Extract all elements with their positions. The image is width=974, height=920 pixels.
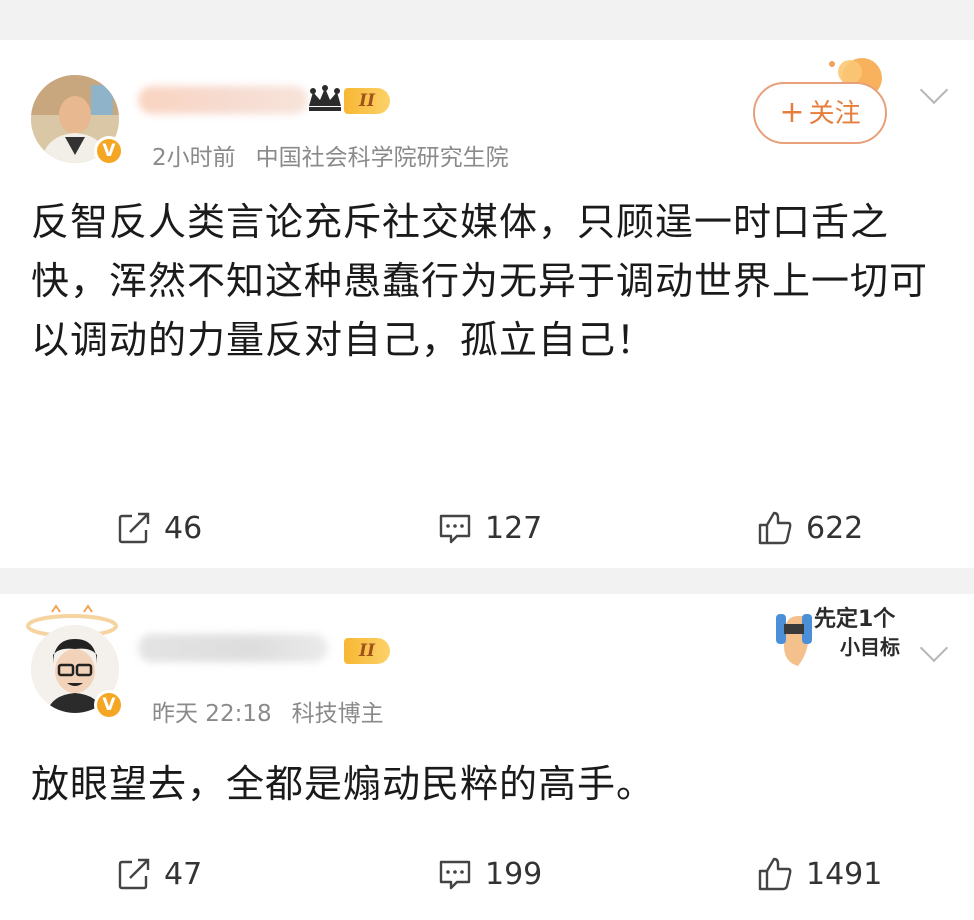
chevron-down-icon[interactable]: [919, 75, 949, 105]
repost-count: 46: [164, 510, 203, 546]
repost-button[interactable]: 47: [116, 854, 202, 894]
post-card: V II 昨天 22:18 科技博主 先定1个 小目标 放眼望去，全都是煽动民粹的…: [0, 594, 974, 920]
weibo-feed: V II 2小时前 中国社会科学院研究生院 + 关注 反智反人类言论充斥社交媒体，只…: [0, 0, 974, 920]
verified-badge-icon: V: [94, 690, 124, 720]
post-time: 2小时前: [152, 145, 236, 171]
sticker-text: 先定1个: [814, 606, 896, 632]
repost-count: 47: [164, 856, 203, 892]
comment-count: 127: [485, 510, 543, 546]
post-source: 科技博主: [291, 701, 384, 727]
post-time: 昨天 22:18: [152, 701, 272, 727]
level-badge: II: [344, 88, 390, 114]
repost-icon: [118, 512, 150, 544]
username-blurred[interactable]: [138, 86, 308, 114]
comment-icon: [439, 860, 471, 890]
plus-icon: +: [779, 95, 805, 130]
like-count: 622: [806, 510, 864, 546]
thumbs-up-icon: [758, 857, 792, 891]
post-source: 中国社会科学院研究生院: [255, 145, 509, 171]
action-bar: 46 127 622: [0, 508, 974, 548]
post-meta: 2小时前 中国社会科学院研究生院: [152, 138, 509, 172]
comment-icon: [439, 514, 471, 544]
post-text: 反智反人类言论充斥社交媒体，只顾逞一时口舌之快，浑然不知这种愚蠢行为无异于调动世…: [31, 200, 929, 362]
chevron-down-icon[interactable]: [919, 633, 949, 663]
comment-count: 199: [485, 856, 543, 892]
sticker-text: 小目标: [840, 635, 900, 659]
action-bar: 47 199 1491: [0, 854, 974, 894]
repost-button[interactable]: 46: [116, 508, 202, 548]
post-meta: 昨天 22:18 科技博主: [152, 694, 384, 728]
follow-button[interactable]: + 关注: [753, 82, 887, 144]
like-button[interactable]: 1491: [756, 854, 882, 894]
like-count: 1491: [806, 856, 883, 892]
verified-badge-icon: V: [94, 136, 124, 166]
like-button[interactable]: 622: [756, 508, 863, 548]
follow-label: 关注: [808, 99, 861, 129]
repost-icon: [118, 858, 150, 890]
level-badge: II: [344, 638, 390, 664]
username-blurred[interactable]: [138, 634, 328, 662]
comment-button[interactable]: 127: [437, 508, 542, 548]
thumbs-up-icon: [758, 511, 792, 545]
sticker-image: 先定1个 小目标: [776, 606, 900, 666]
post-card: V II 2小时前 中国社会科学院研究生院 + 关注 反智反人类言论充斥社交媒体，只…: [0, 40, 974, 568]
crown-icon: [309, 85, 341, 111]
post-text: 放眼望去，全都是煽动民粹的高手。: [31, 762, 656, 806]
comment-button[interactable]: 199: [437, 854, 542, 894]
